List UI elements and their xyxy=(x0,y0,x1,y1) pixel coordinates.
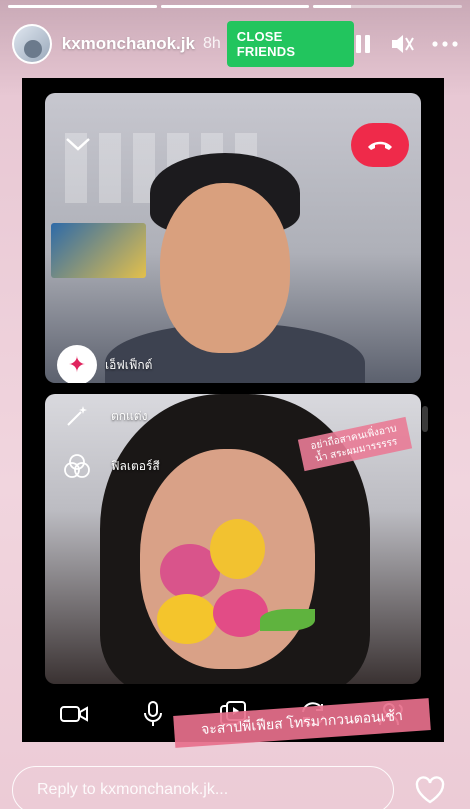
close-friends-badge: CLOSE FRIENDS xyxy=(226,21,354,67)
caller-video-top: ✦ เอ็ฟเฟ็กต์ xyxy=(45,93,421,383)
post-time: 8h xyxy=(202,35,221,52)
touch-up-label: ตกแต่ง xyxy=(111,408,148,423)
reply-field-container xyxy=(12,766,394,809)
heart-icon[interactable] xyxy=(410,770,450,809)
phone-hangup-icon xyxy=(368,141,392,150)
story-header: kxmonchanok.jk 8h CLOSE FRIENDS xyxy=(12,21,462,67)
color-filter-tool[interactable]: ฟิลเตอร์สี xyxy=(63,452,160,480)
effects-control[interactable]: ✦ เอ็ฟเฟ็กต์ xyxy=(57,345,152,383)
flower-sticker xyxy=(157,594,217,644)
color-filter-label: ฟิลเตอร์สี xyxy=(111,458,160,473)
color-filter-icon xyxy=(63,452,91,480)
reply-input[interactable] xyxy=(37,781,393,799)
progress-segment-3 xyxy=(313,5,463,8)
progress-segment-1 xyxy=(8,5,157,8)
avatar[interactable] xyxy=(12,24,52,64)
effects-label: เอ็ฟเฟ็กต์ xyxy=(105,357,153,372)
flower-sticker xyxy=(210,519,265,579)
mute-icon[interactable] xyxy=(390,33,414,55)
leaf-sticker xyxy=(260,609,315,631)
story-progress xyxy=(8,5,463,8)
end-call-button[interactable] xyxy=(351,123,409,167)
camera-icon[interactable] xyxy=(58,698,90,730)
username[interactable]: kxmonchanok.jk xyxy=(62,34,195,54)
person-face xyxy=(160,183,290,353)
sparkle-icon: ✦ xyxy=(57,345,97,383)
chevron-down-icon[interactable] xyxy=(65,135,91,153)
side-handle xyxy=(422,406,428,432)
pause-icon[interactable] xyxy=(354,34,372,54)
more-icon[interactable] xyxy=(432,41,458,47)
wall-poster xyxy=(51,223,146,278)
story-media: ✦ เอ็ฟเฟ็กต์ ตกแต่ง ฟิลเตอร์สี อย่าถือสา… xyxy=(22,78,444,742)
wand-icon xyxy=(63,402,91,430)
header-controls xyxy=(354,33,462,55)
self-video-bottom: ตกแต่ง ฟิลเตอร์สี อย่าถือสาคนเพิ่งอาบน้ำ… xyxy=(45,394,421,684)
progress-segment-2 xyxy=(160,5,310,8)
touch-up-tool[interactable]: ตกแต่ง xyxy=(63,402,147,430)
microphone-icon[interactable] xyxy=(137,698,169,730)
